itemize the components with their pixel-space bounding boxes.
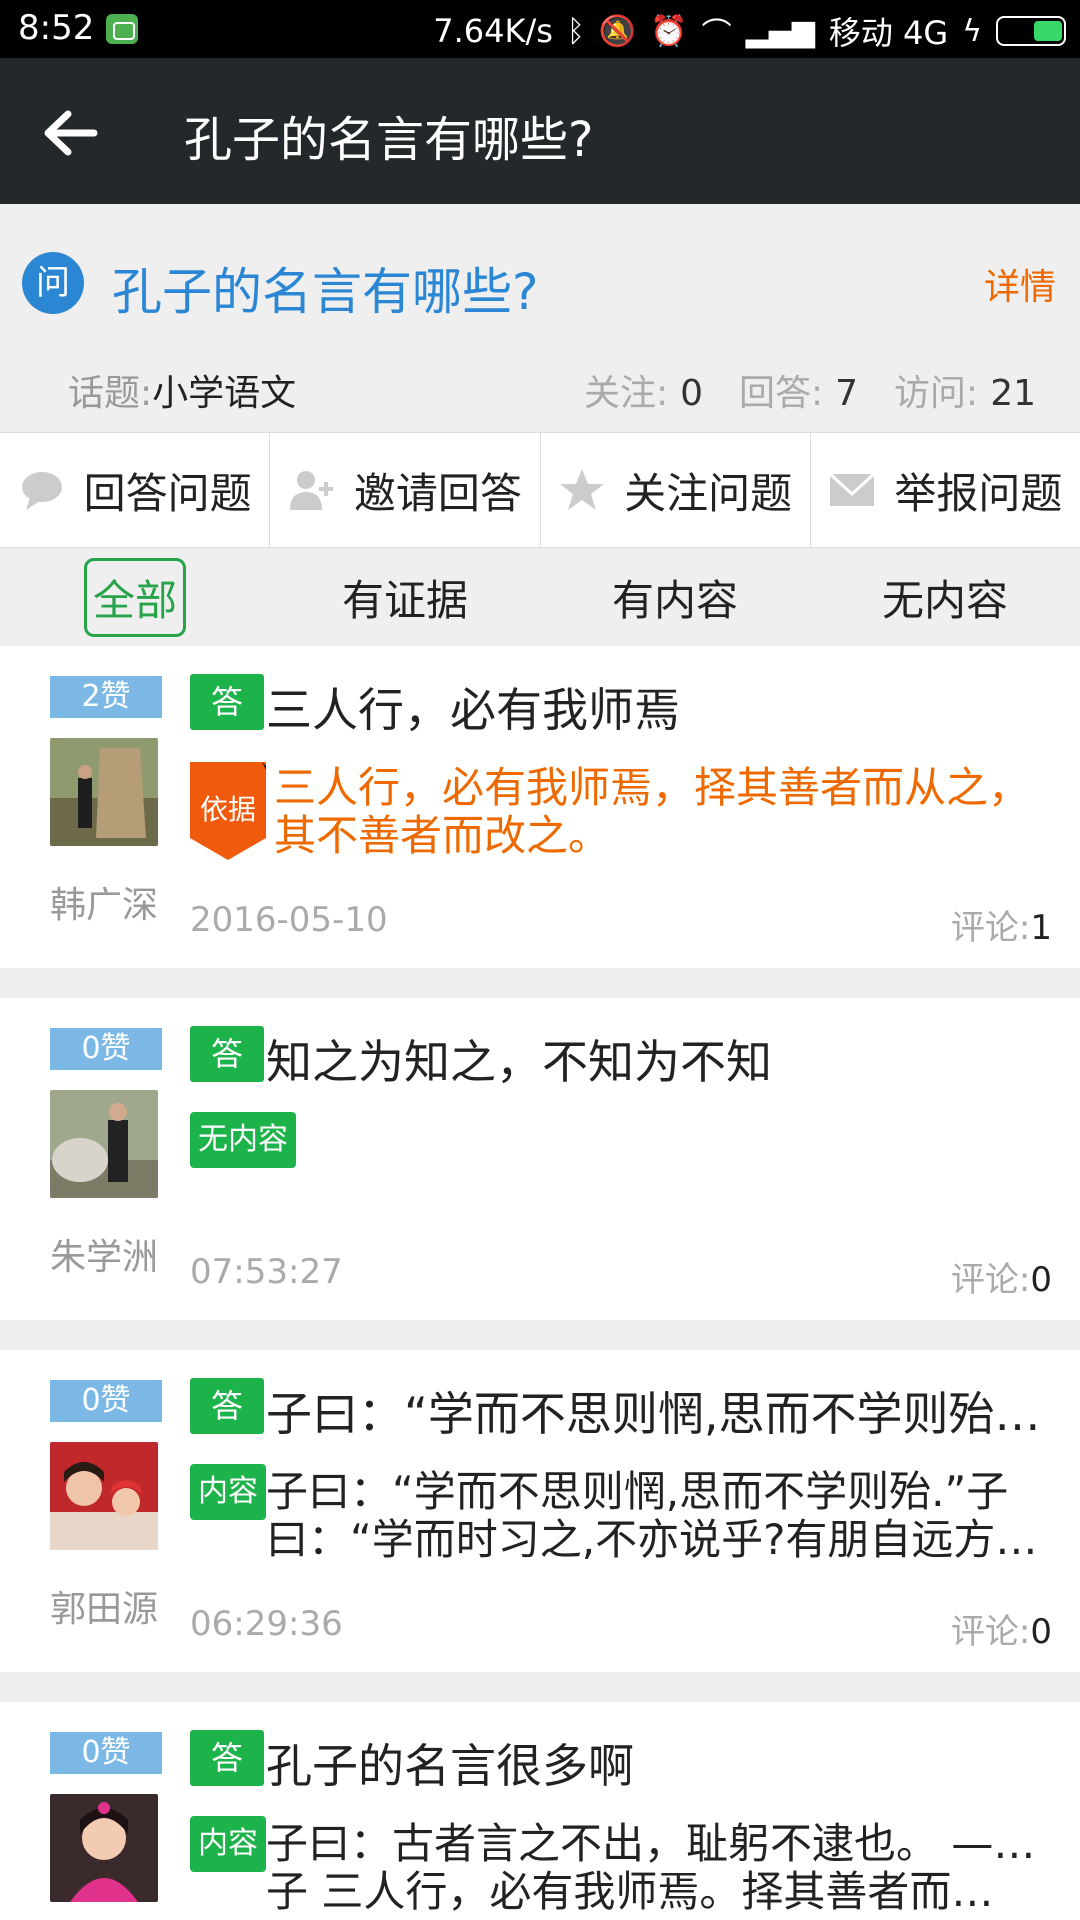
answer-author[interactable]: 韩广深 — [50, 876, 158, 928]
answer-count: 7 — [835, 373, 859, 414]
charging-icon: ϟ — [962, 13, 982, 49]
like-count-badge[interactable]: 0赞 — [50, 1732, 162, 1774]
content-tag: 内容 — [190, 1464, 266, 1520]
answer-content: 子曰：“学而不思则惘,思而不学则殆.”子 曰：“学而时习之,不亦说乎?有朋自远方… — [266, 1468, 1046, 1564]
question-badge: 问 — [22, 252, 84, 314]
avatar[interactable] — [50, 1442, 158, 1550]
action-label: 举报问题 — [894, 468, 1063, 518]
evidence-tag: 依据 — [190, 762, 266, 860]
tab-with-content[interactable]: 有内容 — [540, 548, 810, 646]
star-icon — [560, 469, 605, 510]
answer-item[interactable]: 0赞 郭田源 答 子曰：“学而不思则惘,思而不学则殆.”子曰：“学而时习之,不亦… — [0, 1350, 1080, 1672]
like-count-badge[interactable]: 0赞 — [50, 1028, 162, 1070]
avatar[interactable] — [50, 1090, 158, 1198]
answer-title[interactable]: 三人行，必有我师焉 — [266, 674, 1046, 740]
answer-title[interactable]: 子曰：“学而不思则惘,思而不学则殆.”子曰：“学而时习之,不亦说乎?有朋自远方来… — [266, 1378, 1046, 1444]
answer-label: 回答: — [739, 373, 824, 414]
avatar[interactable] — [50, 738, 158, 846]
question-topic: 话题:小学语文 — [68, 364, 296, 416]
topic-label: 话题: — [68, 373, 153, 414]
no-content-tag: 无内容 — [190, 1112, 296, 1168]
battery-icon — [996, 16, 1066, 46]
question-title: 孔子的名言有哪些? — [112, 263, 539, 321]
answer-filter-tabs: 全部 有证据 有内容 无内容 — [0, 548, 1080, 646]
report-question-button[interactable]: 举报问题 — [811, 433, 1080, 547]
follow-count: 0 — [680, 373, 703, 414]
status-right-group: 7.64K/s ᛒ 🔕 ⏰ ⌒ ▂▄▆ 移动 4G ϟ — [433, 8, 1066, 54]
answer-item[interactable]: 2赞 韩广深 答 三人行，必有我师焉 依据 三人行，必有我师焉，择其善者而从之，… — [0, 646, 1080, 968]
question-stats: 关注: 0 回答: 7 访问: 21 — [584, 364, 1036, 416]
follow-question-button[interactable]: 关注问题 — [541, 433, 811, 547]
comment-count[interactable]: 评论:0 — [951, 1252, 1052, 1301]
tab-all[interactable]: 全部 — [0, 548, 270, 646]
avatar[interactable] — [50, 1794, 158, 1902]
network-speed: 7.64K/s — [433, 12, 553, 50]
like-count-badge[interactable]: 0赞 — [50, 1380, 162, 1422]
alarm-icon: ⏰ — [650, 13, 688, 49]
comment-count[interactable]: 评论:0 — [951, 1604, 1052, 1653]
question-actions: 回答问题 邀请回答 关注问题 举报问题 — [0, 432, 1080, 548]
comment-count[interactable]: 评论:1 — [951, 900, 1052, 949]
answer-date: 07:53:27 — [190, 1252, 343, 1292]
status-time: 8:52 — [18, 8, 95, 48]
answer-question-button[interactable]: 回答问题 — [0, 433, 271, 547]
status-bar: 8:52 7.64K/s ᛒ 🔕 ⏰ ⌒ ▂▄▆ 移动 4G ϟ — [0, 0, 1080, 58]
page-title: 孔子的名言有哪些? — [184, 112, 594, 168]
tab-with-evidence[interactable]: 有证据 — [270, 548, 540, 646]
answer-title[interactable]: 孔子的名言很多啊 — [266, 1730, 1046, 1796]
comment-icon — [21, 472, 62, 510]
answer-author[interactable]: 朱学洲 — [50, 1228, 158, 1280]
question-header: 问 孔子的名言有哪些? 详情 话题:小学语文 关注: 0 回答: 7 访问: 21 — [0, 204, 1080, 432]
bluetooth-icon: ᛒ — [566, 13, 585, 49]
topic-link[interactable]: 小学语文 — [152, 373, 296, 414]
tab-no-content[interactable]: 无内容 — [810, 548, 1080, 646]
evidence-tag-label: 依据 — [199, 793, 256, 826]
visit-count: 21 — [990, 373, 1036, 414]
invite-answer-button[interactable]: 邀请回答 — [270, 433, 541, 547]
like-count-badge[interactable]: 2赞 — [50, 676, 162, 718]
answer-tag: 答 — [190, 1026, 264, 1082]
signal-icon: ▂▄▆ — [745, 13, 815, 49]
notification-app-icon — [106, 14, 138, 44]
answer-item[interactable]: 0赞 朱学洲 答 知之为知之，不知为不知 无内容 07:53:27 评论:0 — [0, 998, 1080, 1320]
answer-tag: 答 — [190, 1730, 264, 1786]
answer-content: 子曰：古者言之不出，耻躬不逮也。 —— 孔 子 三人行，必有我师焉。择其善者而… — [266, 1820, 1046, 1916]
action-label: 回答问题 — [83, 468, 252, 518]
visit-label: 访问: — [894, 373, 979, 414]
action-label: 关注问题 — [624, 468, 793, 518]
answer-tag: 答 — [190, 1378, 264, 1434]
answer-author[interactable]: 郭田源 — [50, 1580, 158, 1632]
back-arrow-icon[interactable] — [40, 108, 100, 158]
answer-tag: 答 — [190, 674, 264, 730]
content-tag: 内容 — [190, 1816, 266, 1872]
evidence-text: 三人行，必有我师焉，择其善者而从之，其不善者而改之。 — [274, 763, 1031, 860]
app-title-bar: 孔子的名言有哪些? — [0, 58, 1080, 204]
add-user-icon — [289, 471, 333, 510]
answer-title[interactable]: 知之为知之，不知为不知 — [266, 1026, 1046, 1092]
envelope-icon — [829, 472, 876, 506]
action-label: 邀请回答 — [353, 468, 522, 518]
answer-date: 06:29:36 — [190, 1604, 343, 1644]
carrier-label: 移动 4G — [828, 14, 949, 52]
follow-label: 关注: — [583, 373, 669, 414]
answer-item[interactable]: 0赞 答 孔子的名言很多啊 内容 子曰：古者言之不出，耻躬不逮也。 —— 孔 子… — [0, 1702, 1080, 1920]
detail-link[interactable]: 详情 — [984, 258, 1056, 310]
answer-date: 2016-05-10 — [190, 900, 388, 940]
wifi-icon: ⌒ — [701, 17, 732, 52]
mute-icon: 🔕 — [598, 13, 637, 49]
